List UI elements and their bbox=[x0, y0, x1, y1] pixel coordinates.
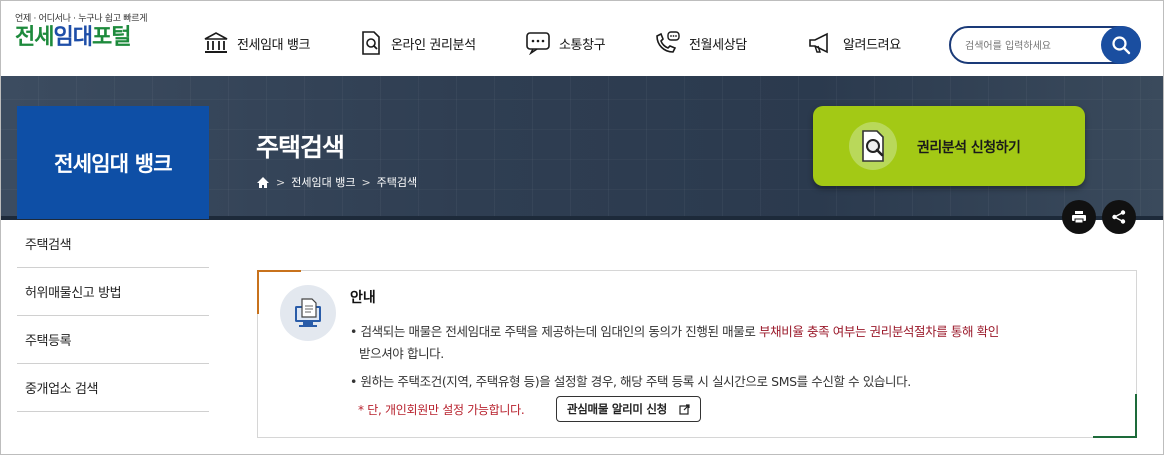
nav-item-notices[interactable]: 알려드려요 bbox=[807, 25, 901, 61]
breadcrumb: > 전세임대 뱅크 > 주택검색 bbox=[256, 174, 417, 190]
nav-item-communication[interactable]: 소통창구 bbox=[525, 25, 606, 61]
chevron-right-icon: > bbox=[276, 175, 286, 189]
print-button[interactable] bbox=[1062, 200, 1096, 234]
logo-wordmark: 전세임대포털 bbox=[15, 25, 131, 50]
chat-icon bbox=[526, 32, 550, 55]
nav-item-jeonse-bank[interactable]: 전세임대 뱅크 bbox=[203, 25, 310, 61]
nav-label: 전월세상담 bbox=[689, 37, 747, 53]
nav-label: 알려드려요 bbox=[843, 37, 901, 53]
section-title: 전세임대 뱅크 bbox=[54, 151, 172, 176]
info-notice-box: 안내 • 검색되는 매물은 전세임대로 주택을 제공하는데 임대인의 동의가 진… bbox=[257, 270, 1137, 438]
external-link-icon bbox=[679, 403, 690, 415]
page-title: 주택검색 bbox=[256, 133, 345, 162]
nav-label: 온라인 권리분석 bbox=[391, 37, 476, 53]
megaphone-icon bbox=[809, 32, 828, 54]
bank-icon bbox=[204, 32, 228, 53]
search-box bbox=[949, 26, 1141, 64]
side-menu-item-house-search[interactable]: 주택검색 bbox=[17, 220, 209, 268]
interest-listing-alert-button[interactable]: 관심매물 알리미 신청 bbox=[556, 396, 701, 422]
breadcrumb-item[interactable]: 주택검색 bbox=[377, 174, 417, 190]
alert-button-label: 관심매물 알리미 신청 bbox=[567, 402, 667, 416]
info-line-1: • 검색되는 매물은 전세임대로 주택을 제공하는데 임대인의 동의가 진행된 … bbox=[350, 324, 999, 339]
share-button[interactable] bbox=[1102, 200, 1136, 234]
rights-analysis-apply-button[interactable]: 권리분석 신청하기 bbox=[813, 106, 1085, 186]
info-highlight: 부채비율 충족 여부는 권리분석절차를 통해 확인 bbox=[759, 324, 999, 339]
nav-label: 소통창구 bbox=[559, 37, 606, 53]
side-menu: 주택검색 허위매물신고 방법 주택등록 중개업소 검색 bbox=[17, 220, 209, 412]
side-menu-item-house-registration[interactable]: 주택등록 bbox=[17, 316, 209, 364]
nav-item-online-rights-analysis[interactable]: 온라인 권리분석 bbox=[359, 25, 476, 61]
info-title: 안내 bbox=[350, 290, 376, 306]
search-icon bbox=[1112, 36, 1131, 55]
computer-document-icon bbox=[280, 285, 336, 341]
apply-button-label: 권리분석 신청하기 bbox=[917, 140, 1021, 156]
nav-item-rent-consulting[interactable]: 전월세상담 bbox=[653, 25, 747, 61]
nav-label: 전세임대 뱅크 bbox=[237, 37, 311, 53]
info-line-1-continued: 받으셔야 합니다. bbox=[359, 346, 444, 361]
site-logo[interactable]: 언제 · 어디서나 · 누구나 쉽고 빠르게 전세임대포털 bbox=[15, 11, 148, 52]
print-icon bbox=[1072, 211, 1086, 224]
breadcrumb-item[interactable]: 전세임대 뱅크 bbox=[291, 174, 355, 190]
document-search-icon bbox=[362, 31, 380, 55]
side-menu-item-false-listing-report[interactable]: 허위매물신고 방법 bbox=[17, 268, 209, 316]
search-button[interactable] bbox=[1101, 26, 1141, 64]
phone-chat-icon bbox=[656, 31, 680, 53]
info-line-2: • 원하는 주택조건(지역, 주택유형 등)을 설정할 경우, 해당 주택 등록… bbox=[350, 374, 911, 389]
search-input[interactable] bbox=[965, 37, 1095, 55]
home-icon[interactable] bbox=[256, 176, 270, 189]
member-only-note: * 단, 개인회원만 설정 가능합니다. bbox=[358, 403, 525, 417]
site-header: 언제 · 어디서나 · 누구나 쉽고 빠르게 전세임대포털 전세임대 뱅크 온라… bbox=[0, 0, 1164, 76]
side-menu-item-agency-search[interactable]: 중개업소 검색 bbox=[17, 364, 209, 412]
logo-tagline: 언제 · 어디서나 · 누구나 쉽고 빠르게 bbox=[15, 14, 148, 24]
document-search-icon bbox=[849, 122, 897, 170]
section-title-box: 전세임대 뱅크 bbox=[17, 106, 209, 219]
corner-decoration bbox=[1093, 394, 1137, 438]
share-icon bbox=[1112, 210, 1126, 224]
chevron-right-icon: > bbox=[361, 175, 371, 189]
